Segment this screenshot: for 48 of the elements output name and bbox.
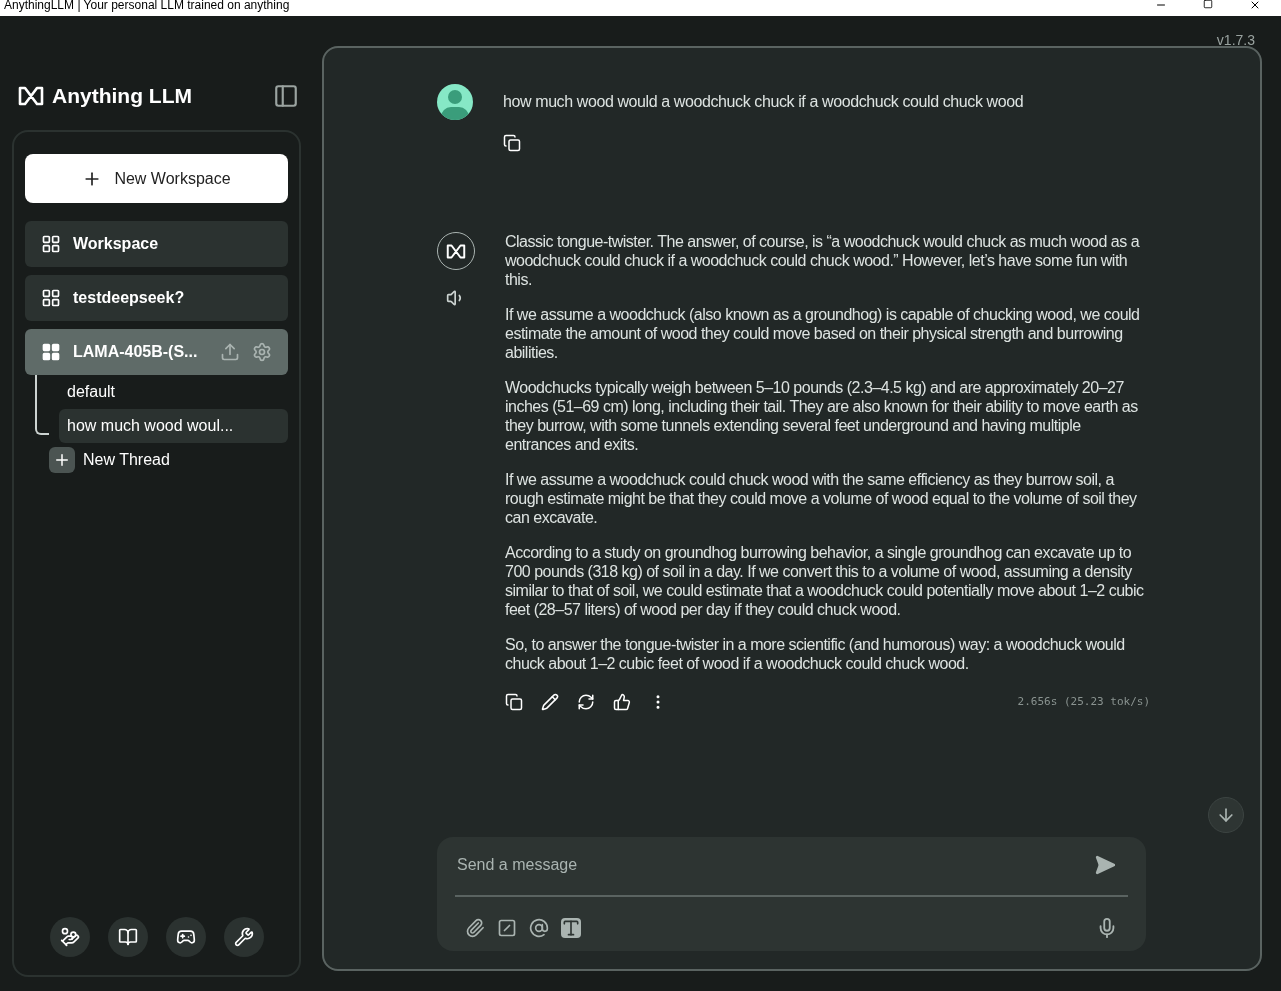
upload-icon[interactable] <box>220 342 240 362</box>
docs-icon[interactable] <box>107 917 148 957</box>
response-paragraph: Woodchucks typically weigh between 5–10 pounds (2.3–4.5 kg) and are approximately 20–27 inches (51–69 cm) long, including their tail. They are also known for their ability to move earth as they burrow, with some tunnels extending several feet underground and having multiple entrances and exits. <box>505 378 1139 454</box>
message-input[interactable]: Send a message <box>457 853 1094 877</box>
settings-icon[interactable] <box>223 917 264 957</box>
response-paragraph: If we assume a woodchuck could chuck wood with the same efficiency as they burrow soil, a rough estimate might be that they could move a volume of wood equal to the volume of soil they can excavate. <box>505 470 1138 527</box>
workspace-name: LAMA-405B-(S... <box>73 342 199 362</box>
scroll-down-button[interactable] <box>1208 797 1244 833</box>
regenerate-icon[interactable] <box>577 693 595 711</box>
send-icon[interactable] <box>1094 854 1116 876</box>
user-message: how much wood would a woodchuck chuck if a woodchuck could chuck wood <box>503 92 1024 112</box>
close-icon[interactable] <box>1249 0 1261 11</box>
version-label: v1.7.3 <box>1216 31 1255 50</box>
response-paragraph: Classic tongue-twister. The answer, of course, is “a woodchuck would chuck as much wood as a woodchuck could chuck if a woodchuck could chuck wood.” However, let’s have some fun with this. <box>505 232 1141 289</box>
slash-command-icon[interactable] <box>497 918 517 938</box>
brand-name: Anything LLM <box>52 83 192 110</box>
sidebar-toggle-icon[interactable] <box>273 83 299 109</box>
thread-item[interactable]: how much wood woul... <box>59 409 288 443</box>
workspace-name: testdeepseek? <box>73 288 186 308</box>
grid-icon <box>41 234 61 254</box>
at-sign-icon[interactable] <box>529 918 549 938</box>
copy-icon[interactable] <box>505 693 523 711</box>
workspace-item[interactable]: Workspace <box>25 221 288 267</box>
window-title: AnythingLLM | Your personal LLM trained on anything <box>4 0 290 11</box>
maximize-icon[interactable] <box>1203 0 1213 9</box>
response-stats: 2.656s (25.23 tok/s) <box>1017 693 1150 710</box>
workspace-item[interactable]: testdeepseek? <box>25 275 288 321</box>
grid-icon <box>41 288 61 308</box>
grid-icon <box>41 342 61 362</box>
logo-icon <box>18 86 44 106</box>
thread-item[interactable]: default <box>59 375 288 409</box>
avatar-icon <box>437 84 473 120</box>
new-thread-link[interactable]: New Thread <box>83 448 170 472</box>
copy-icon[interactable] <box>503 134 521 152</box>
new-workspace-button[interactable]: New Workspace <box>25 154 288 203</box>
community-icon[interactable] <box>165 917 206 957</box>
workspace-item[interactable]: LAMA-405B-(S... <box>25 329 288 375</box>
response-paragraph: If we assume a woodchuck (also known as a groundhog) is capable of chucking wood, we could estimate the amount of wood they could move based on their physical strength and burrowing abilities. <box>505 305 1141 362</box>
attach-icon[interactable] <box>465 918 485 938</box>
workspace-name: Workspace <box>73 234 160 254</box>
response-paragraph: So, to answer the tongue-twister in a more scientific (and humorous) way: a woodchuck would chuck about 1–2 cubic feet of wood if a woodchuck could chuck wood. <box>505 635 1126 673</box>
donate-icon[interactable] <box>49 917 90 957</box>
response-paragraph: According to a study on groundhog burrowing behavior, a single groundhog can excavate up to 700 pounds (318 kg) of soil in a day. If we convert this to a volume of wood, assuming a density similar to that of soil, we could estimate that a woodchuck could potentially move about 1–2 cubic feet (28–57 liters) of wood per day if they could chuck wood. <box>505 543 1145 619</box>
logo-icon <box>446 243 466 259</box>
edit-icon[interactable] <box>541 693 559 711</box>
text-size-icon[interactable] <box>561 918 581 938</box>
thumbs-up-icon[interactable] <box>613 693 631 711</box>
plus-icon <box>49 447 75 473</box>
